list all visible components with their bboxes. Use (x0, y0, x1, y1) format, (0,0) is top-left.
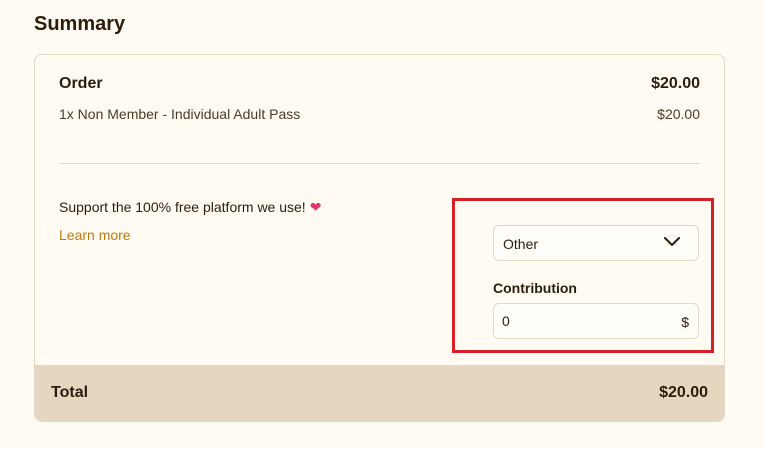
divider (59, 163, 700, 164)
support-text: Support the 100% free platform we use! (59, 199, 306, 215)
learn-more-link[interactable]: Learn more (59, 226, 131, 244)
summary-title: Summary (34, 13, 126, 35)
line-item-description: 1x Non Member - Individual Adult Pass (59, 106, 301, 122)
order-line-item: 1x Non Member - Individual Adult Pass $2… (59, 105, 700, 123)
contribution-input[interactable] (502, 312, 662, 330)
currency-suffix: $ (681, 314, 689, 330)
contribution-select-value: Other (503, 236, 539, 252)
line-item-price: $20.00 (657, 106, 700, 122)
heart-icon: ❤ (309, 199, 322, 215)
order-header: Order $20.00 (59, 74, 700, 94)
order-total: $20.00 (651, 75, 700, 92)
chevron-down-icon (664, 237, 680, 246)
support-message: Support the 100% free platform we use! ❤ (59, 198, 321, 216)
total-label: Total (51, 384, 89, 401)
order-label: Order (59, 75, 103, 92)
contribution-label: Contribution (493, 280, 577, 296)
total-bar: Total $20.00 (35, 365, 724, 421)
total-value: $20.00 (659, 384, 708, 401)
contribution-select[interactable]: Other (493, 225, 699, 261)
order-summary-card: Order $20.00 1x Non Member - Individual … (34, 54, 725, 422)
contribution-field: $ (493, 303, 699, 339)
